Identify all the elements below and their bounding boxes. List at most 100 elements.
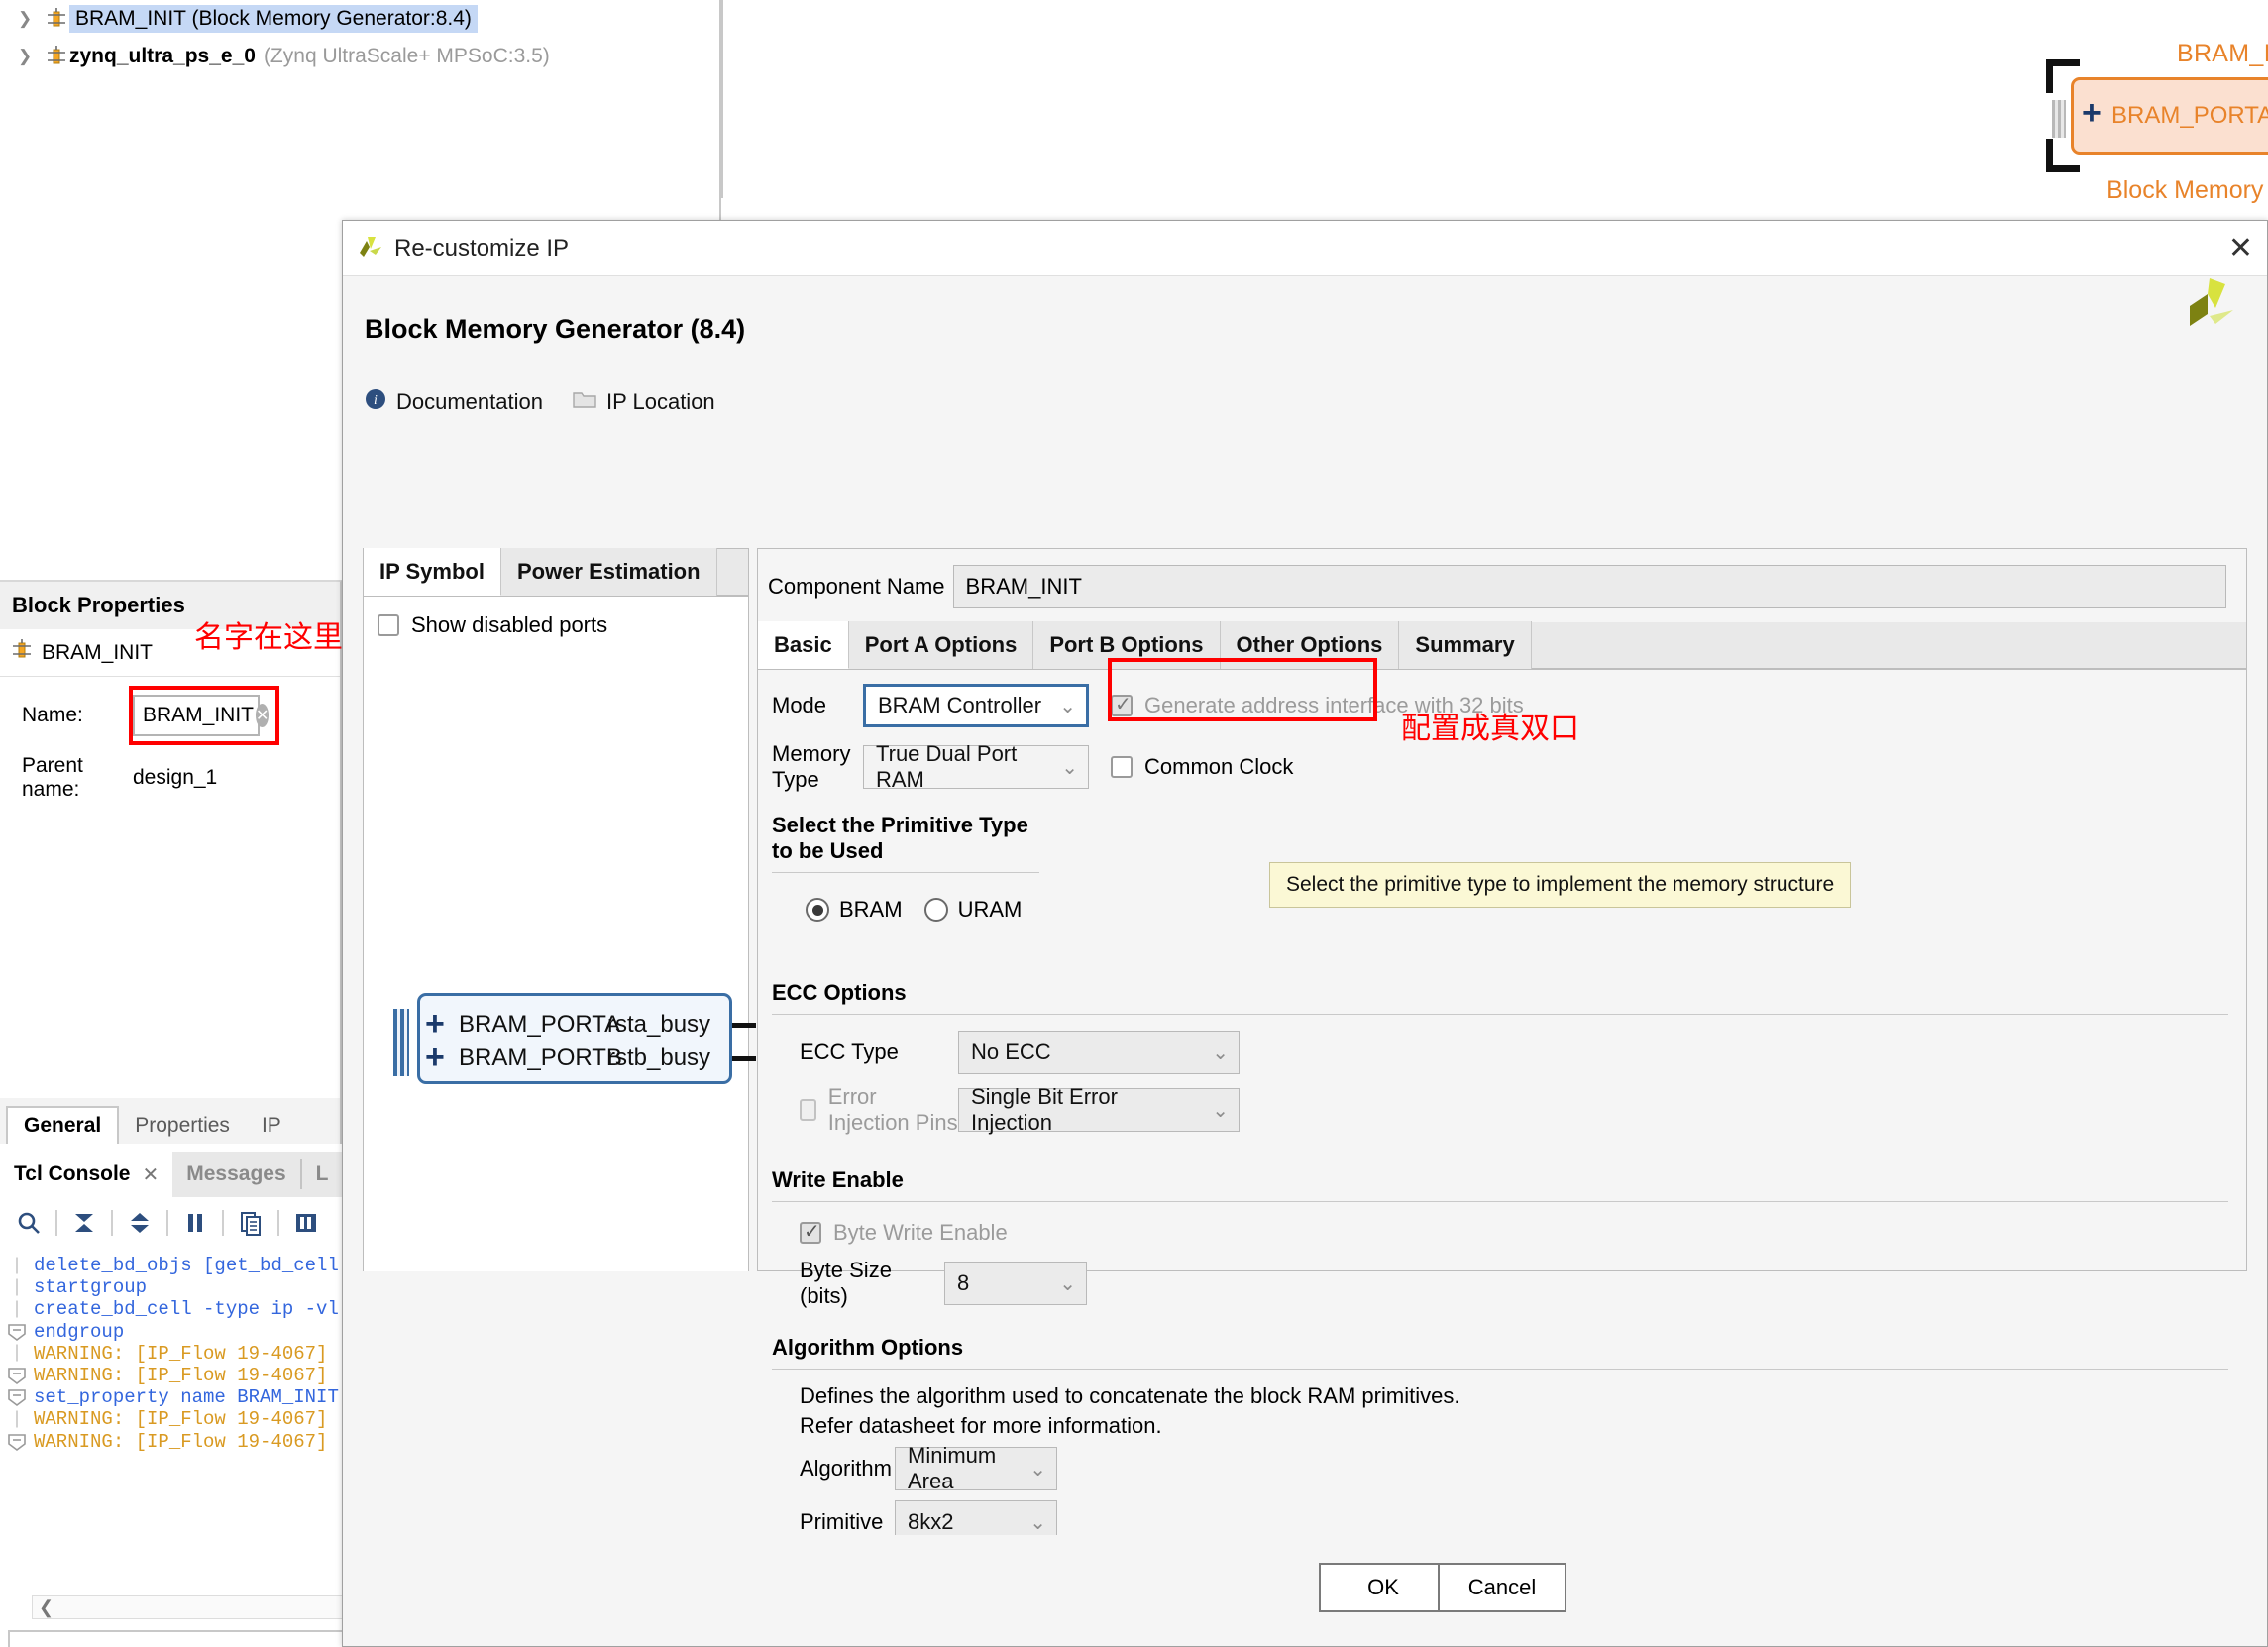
tcl-console-output[interactable]: │ delete_bd_objs [get_bd_cell │ startgroup │… [0,1249,357,1536]
documentation-link[interactable]: i Documentation [365,388,543,416]
recustomize-ip-dialog: Re-customize IP ✕ Block Memory Generator… [342,220,2268,1647]
canvas-ip-block[interactable]: + BRAM_PORTA rsta_busy [2052,77,2268,155]
parent-name-label: Parent name: [22,754,83,801]
symbol-output-1: rstb_busy [607,1044,711,1071]
tcl-output-text: create_bd_cell -type ip -vl [34,1298,339,1321]
tab-port-b-options[interactable]: Port B Options [1033,621,1221,669]
chevron-down-icon: ⌄ [1061,756,1078,779]
component-name-row: Component Name BRAM_INIT [758,549,2246,622]
tab-summary[interactable]: Summary [1399,621,1532,669]
tab-tcl-console[interactable]: Tcl Console ✕ [0,1152,173,1197]
tcl-console-toolbar[interactable] [0,1197,357,1249]
algorithm-select[interactable]: Minimum Area ⌄ [895,1443,1057,1493]
options-tabrow[interactable]: Basic Port A Options Port B Options Othe… [758,621,2246,670]
chevron-down-icon: ⌄ [1029,1511,1046,1534]
tab-basic[interactable]: Basic [758,621,849,669]
tcl-output-line: │ create_bd_cell -type ip -vl [0,1298,357,1320]
canvas-expand-plus-icon[interactable]: + [2082,96,2102,130]
search-icon[interactable] [8,1202,50,1244]
parent-name-value: design_1 [133,766,218,789]
tab-log[interactable]: L [302,1152,343,1197]
error-injection-select[interactable]: Single Bit Error Injection ⌄ [958,1084,1240,1135]
ecc-type-select[interactable]: No ECC ⌄ [958,1031,1240,1074]
algorithm-section-title: Algorithm Options [772,1335,964,1360]
chevron-right-icon[interactable]: ❯ [18,47,44,66]
common-clock-label: Common Clock [1144,754,1294,779]
tcl-horizontal-scrollbar[interactable]: ❮ [32,1595,349,1619]
mode-select[interactable]: BRAM Controller ⌄ [863,684,1089,727]
ip-symbol-tabrow[interactable]: IP Symbol Power Estimation [364,548,748,597]
component-name-input[interactable]: BRAM_INIT [952,565,2226,608]
tab-messages[interactable]: Messages [172,1152,299,1197]
close-icon[interactable]: ✕ [2228,233,2253,264]
tab-power-estimation[interactable]: Power Estimation [500,548,717,596]
clear-icon[interactable]: ✕ [256,704,270,727]
show-disabled-ports-row[interactable]: Show disabled ports [364,597,748,638]
chevron-right-icon[interactable]: ❯ [18,9,44,29]
tcl-command-input[interactable] [8,1630,350,1647]
canvas-port-in-label: BRAM_PORTA [2111,102,2268,129]
collapse-all-icon[interactable] [63,1202,105,1244]
options-panel: Component Name BRAM_INIT Basic Port A Op… [757,548,2247,1544]
tcl-output-text: endgroup [34,1320,125,1343]
hierarchy-row-zynq[interactable]: ❯ zynq_ultra_ps_e_0 (Zynq UltraScale+ MP… [0,38,719,75]
tab-general[interactable]: General [6,1106,120,1144]
block-design-canvas[interactable]: BRAM_INIT + BRAM_PORTA rsta_busy Block M… [723,0,2268,204]
tcl-output-text: WARNING: [IP_Flow 19-4067] [34,1365,328,1387]
chevron-down-icon: ⌄ [1029,1458,1046,1481]
bram-radio[interactable] [806,898,829,922]
error-injection-pins-checkbox [800,1099,816,1121]
expand-port-b-icon[interactable]: + [425,1041,445,1074]
tab-properties[interactable]: Properties [119,1108,246,1144]
columns-icon[interactable] [285,1202,327,1244]
block-name-input[interactable]: BRAM_INIT ✕ [133,695,270,736]
ip-symbol-content: Show disabled ports + + BRAM_PORTA BRAM_… [364,597,756,1271]
algorithm-value: Minimum Area [908,1443,997,1493]
tab-ip[interactable]: IP [246,1108,297,1144]
mode-label: Mode [772,693,827,717]
memory-type-annotation-text: 配置成真双口 [1401,713,1579,745]
cancel-button[interactable]: Cancel [1438,1563,1566,1612]
pause-icon[interactable] [174,1202,216,1244]
vivado-logo-icon [357,233,384,264]
block-properties-panel: Block Properties BRAM_INIT Name: BRAM_IN… [0,580,342,1105]
tab-other-options[interactable]: Other Options [1220,621,1400,669]
xilinx-logo-icon [2186,273,2237,335]
chevron-down-icon: ⌄ [1212,1042,1229,1064]
ok-button[interactable]: OK [1319,1563,1448,1612]
hierarchy-row-bram-init[interactable]: ❯ BRAM_INIT (Block Memory Generator:8.4) [0,0,719,38]
symbol-output-0: rsta_busy [607,1011,711,1038]
bus-stub-b-icon [393,1043,409,1076]
expand-port-a-icon[interactable]: + [425,1007,445,1041]
tcl-console-tabs[interactable]: Tcl Console ✕ Messages L [0,1152,357,1197]
write-enable-section-title: Write Enable [772,1167,904,1192]
common-clock-checkbox[interactable] [1111,756,1133,778]
copy-icon[interactable] [230,1202,271,1244]
ip-core-icon [44,8,69,30]
collapse-marker-icon[interactable] [0,1388,34,1407]
byte-size-select[interactable]: 8 ⌄ [944,1262,1087,1305]
dialog-body: IP Symbol Power Estimation Show disabled… [343,548,2267,1646]
collapse-marker-icon[interactable] [0,1433,34,1451]
dialog-links: i Documentation IP Location [365,388,2267,416]
uram-radio[interactable] [923,898,948,922]
hierarchy-detail-1: (Zynq UltraScale+ MPSoC:3.5) [263,45,550,67]
primitive-label: Primitive [800,1509,884,1534]
canvas-block-subtitle: Block Memory Generator [2106,176,2268,204]
block-properties-tabs[interactable]: General Properties IP [0,1098,342,1144]
expand-all-icon[interactable] [119,1202,161,1244]
tcl-output-line: │ WARNING: [IP_Flow 19-4067] [0,1408,357,1430]
collapse-marker-icon[interactable] [0,1323,34,1341]
byte-write-enable-row: Byte Write Enable [800,1219,2246,1246]
close-icon[interactable]: ✕ [142,1162,159,1187]
ip-location-link[interactable]: IP Location [573,389,715,415]
memory-type-select[interactable]: True Dual Port RAM ⌄ [863,741,1089,792]
tab-port-a-options[interactable]: Port A Options [848,621,1034,669]
byte-write-enable-label: Byte Write Enable [833,1220,1008,1245]
ip-core-icon [44,46,69,67]
show-disabled-ports-checkbox[interactable] [378,614,399,636]
tab-ip-symbol[interactable]: IP Symbol [364,548,501,596]
collapse-marker-icon[interactable] [0,1367,34,1385]
ecc-type-row: ECC Type No ECC ⌄ [800,1031,2246,1074]
block-properties-item-label: BRAM_INIT [42,640,154,664]
